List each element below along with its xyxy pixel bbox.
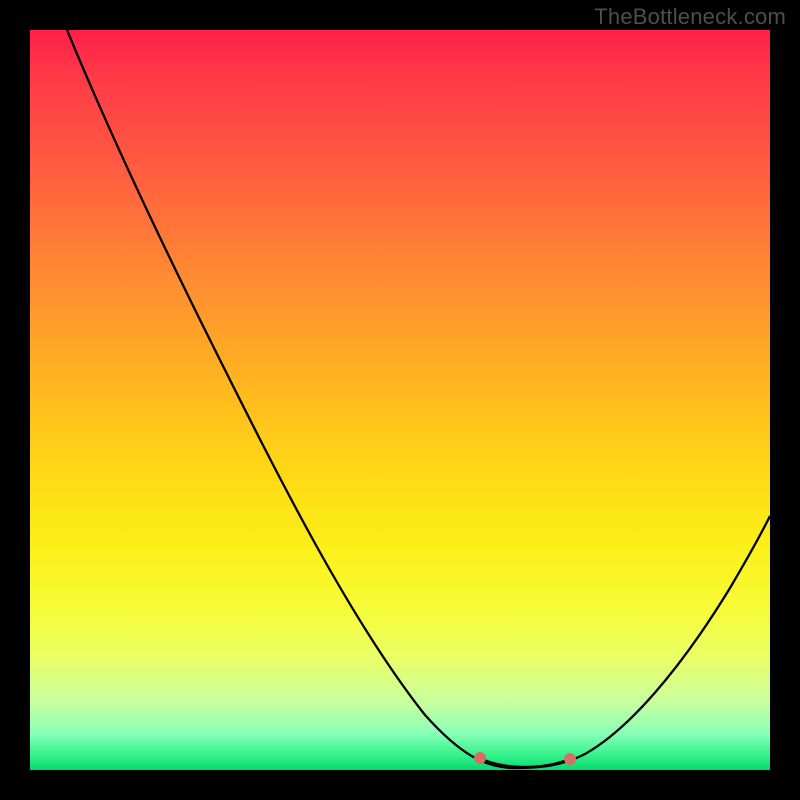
chart-frame: TheBottleneck.com: [0, 0, 800, 800]
plot-area: [30, 30, 770, 770]
optimum-left-dot: [474, 752, 486, 764]
bottleneck-curve-svg: [30, 30, 770, 770]
bottleneck-curve: [67, 30, 770, 768]
optimum-right-dot: [564, 753, 576, 765]
watermark-text: TheBottleneck.com: [594, 4, 786, 30]
